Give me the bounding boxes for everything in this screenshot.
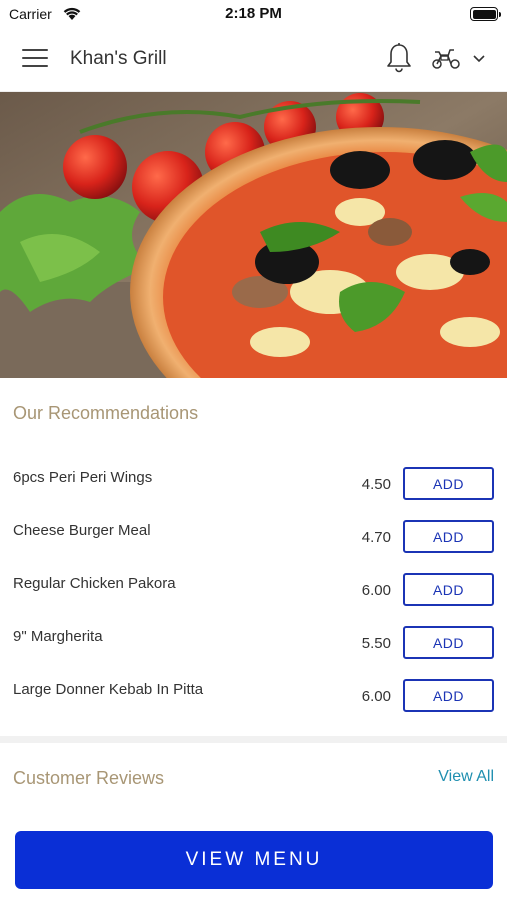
add-button[interactable]: ADD	[403, 520, 494, 553]
item-price: 4.70	[361, 529, 391, 546]
item-name: Cheese Burger Meal	[13, 522, 151, 539]
item-price: 6.00	[361, 688, 391, 705]
add-button[interactable]: ADD	[403, 467, 494, 500]
item-name: Regular Chicken Pakora	[13, 575, 176, 592]
status-bar: Carrier 2:18 PM	[0, 0, 507, 28]
item-price: 5.50	[361, 635, 391, 652]
bell-icon[interactable]	[385, 42, 413, 74]
app-header: Khan's Grill	[0, 28, 507, 92]
add-button[interactable]: ADD	[403, 626, 494, 659]
view-all-link[interactable]: View All	[438, 768, 494, 786]
view-menu-button[interactable]: VIEW MENU	[15, 831, 493, 889]
scooter-icon[interactable]	[430, 46, 462, 70]
section-divider	[0, 736, 507, 743]
item-name: 9" Margherita	[13, 628, 103, 645]
pizza-photo	[0, 92, 507, 378]
list-item: 6pcs Peri Peri Wings 4.50 ADD	[0, 467, 507, 507]
reviews-title: Customer Reviews	[13, 768, 165, 788]
battery-icon	[470, 7, 501, 21]
list-item: Regular Chicken Pakora 6.00 ADD	[0, 573, 507, 613]
menu-icon[interactable]	[22, 49, 48, 69]
item-price: 6.00	[361, 582, 391, 599]
item-name: Large Donner Kebab In Pitta	[13, 681, 204, 698]
hero-image	[0, 92, 507, 378]
item-price: 4.50	[361, 476, 391, 493]
list-item: Cheese Burger Meal 4.70 ADD	[0, 520, 507, 560]
status-time: 2:18 PM	[225, 5, 282, 22]
chevron-down-icon[interactable]	[472, 54, 486, 64]
add-button[interactable]: ADD	[403, 573, 494, 606]
page-title: Khan's Grill	[70, 48, 167, 69]
list-item: Large Donner Kebab In Pitta 6.00 ADD	[0, 679, 507, 719]
add-button[interactable]: ADD	[403, 679, 494, 712]
recommendations-title: Our Recommendations	[13, 403, 199, 423]
item-name: 6pcs Peri Peri Wings	[13, 469, 153, 486]
list-item: 9" Margherita 5.50 ADD	[0, 626, 507, 666]
